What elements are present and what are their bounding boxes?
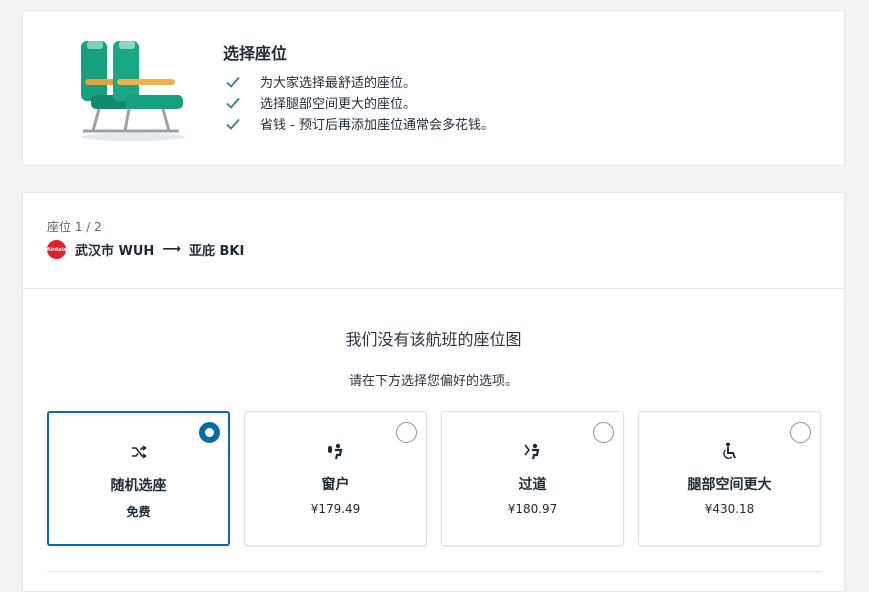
promo-benefit: 省钱 - 预订后再添加座位通常会多花钱。	[226, 113, 494, 134]
seat-option-price: ¥430.18	[704, 502, 755, 516]
radio-button[interactable]	[593, 422, 614, 443]
seat-option-random[interactable]: 随机选座 免费	[47, 411, 230, 546]
promo-benefits-list: 为大家选择最舒适的座位。 选择腿部空间更大的座位。 省钱 - 预订后再添加座位通…	[226, 71, 494, 134]
route-arrow-icon: ⟶	[162, 242, 181, 257]
radio-button[interactable]	[790, 422, 811, 443]
window-seat-icon	[327, 443, 342, 460]
airplane-seats-illustration-icon	[81, 41, 185, 141]
seat-option-name: 窗户	[321, 477, 350, 493]
seat-option-window[interactable]: 窗户 ¥179.49	[244, 411, 427, 546]
promo-benefit: 为大家选择最舒适的座位。	[226, 71, 494, 92]
check-icon	[226, 76, 240, 88]
divider	[47, 571, 822, 572]
promo-benefit-text: 选择腿部空间更大的座位。	[260, 97, 417, 112]
seat-option-name: 随机选座	[110, 478, 167, 494]
no-seatmap-subtitle: 请在下方选择您偏好的选项。	[348, 374, 518, 389]
seat-option-name: 过道	[518, 477, 547, 493]
check-icon	[226, 118, 240, 130]
seat-promo-card: 选择座位 为大家选择最舒适的座位。 选择腿部空间更大的座位。 省钱 - 预订后再…	[22, 10, 845, 166]
flight-route: AirAsia 武汉市 WUH ⟶ 亚庇 BKI	[47, 240, 244, 259]
route-origin: 武汉市 WUH	[75, 244, 155, 259]
promo-title: 选择座位	[223, 44, 288, 63]
seat-option-aisle[interactable]: 过道 ¥180.97	[441, 411, 624, 546]
radio-button[interactable]	[396, 422, 417, 443]
seat-option-price: ¥180.97	[507, 502, 558, 516]
seat-option-legroom[interactable]: 腿部空间更大 ¥430.18	[638, 411, 821, 546]
legroom-icon	[722, 442, 736, 459]
check-icon	[226, 97, 240, 109]
seat-option-price: ¥179.49	[310, 502, 361, 516]
no-seatmap-title: 我们没有该航班的座位图	[345, 330, 522, 349]
airline-logo-icon: AirAsia	[47, 240, 67, 259]
segment-counter: 座位 1 / 2	[47, 220, 102, 234]
promo-benefit-text: 省钱 - 预订后再添加座位通常会多花钱。	[260, 118, 494, 133]
seat-option-price: 免费	[126, 505, 151, 519]
shuffle-icon	[131, 445, 147, 459]
route-destination: 亚庇 BKI	[188, 244, 245, 259]
promo-benefit: 选择腿部空间更大的座位。	[226, 92, 494, 113]
aisle-seat-icon	[523, 443, 539, 460]
promo-benefit-text: 为大家选择最舒适的座位。	[260, 76, 417, 91]
seat-option-name: 腿部空间更大	[687, 477, 772, 493]
seat-selection-card: 座位 1 / 2 AirAsia 武汉市 WUH ⟶ 亚庇 BKI 我们没有该航…	[22, 192, 845, 592]
divider	[23, 288, 844, 289]
radio-button-selected[interactable]	[199, 422, 220, 443]
